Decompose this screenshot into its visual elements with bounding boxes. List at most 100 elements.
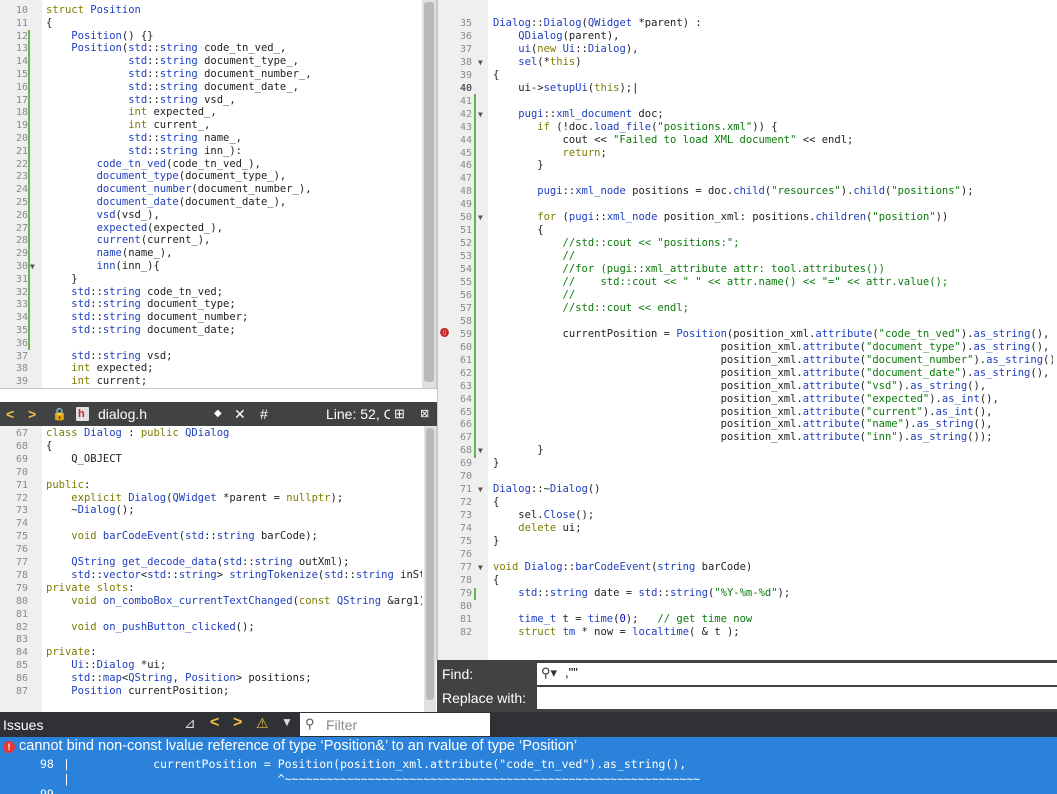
dialog-h-editor-pane[interactable]: 67 68 69 70 71 72 73 74 75 76 77 78 79 80 81 82 83 84 85 86… [0,426,436,712]
find-input[interactable]: ⚲▾ ,"" [537,663,1057,685]
code-line[interactable]: std::string document_type; [46,298,235,311]
code-line[interactable]: std::string vsd; [46,350,172,363]
code-line[interactable]: expected(expected_), [46,222,223,235]
code-line[interactable]: vsd(vsd_), [46,209,160,222]
code-line[interactable]: struct tm * now = localtime( & t ); [493,626,739,639]
code-line[interactable]: public: [46,479,90,492]
previous-issue-button[interactable]: < [210,714,219,732]
code-line[interactable]: document_type(document_type_), [46,170,287,183]
code-line[interactable]: explicit Dialog(QWidget *parent = nullpt… [46,492,343,505]
code-line[interactable]: sel(*this) [493,56,581,69]
code-line[interactable]: // std::cout << " " << attr.name() << "=… [493,276,949,289]
code-line[interactable]: if (!doc.load_file("positions.xml")) { [493,121,777,134]
close-split-icon[interactable]: ⊠ [420,402,429,426]
code-line[interactable]: Position() {} [46,30,153,43]
code-line[interactable]: int current_, [46,119,210,132]
vertical-scrollbar[interactable] [422,0,436,388]
fold-arrow-icon[interactable]: ▼ [30,260,35,273]
code-line[interactable]: // [493,250,576,263]
code-line[interactable]: std::string date = std::string("%Y-%m-%d… [493,587,790,600]
code-line[interactable]: int expected_, [46,106,217,119]
code-line[interactable]: class Dialog : public QDialog [46,427,229,440]
code-line[interactable]: position_xml.attribute("document_number"… [493,354,1053,367]
code-line[interactable]: std::map<QString, Position> positions; [46,672,311,685]
code-line[interactable]: currentPosition = Position(position_xml.… [493,328,1050,341]
code-line[interactable]: position_xml.attribute("expected").as_in… [493,393,999,406]
code-line[interactable]: position_xml.attribute("inn").as_string(… [493,431,993,444]
right-code[interactable]: Dialog::Dialog(QWidget *parent) : QDialo… [493,17,1053,660]
code-line[interactable]: Dialog::~Dialog() [493,483,601,496]
code-line[interactable]: //for (pugi::xml_attribute attr: tool.at… [493,263,885,276]
code-line[interactable]: { [46,440,52,453]
next-issue-button[interactable]: > [233,714,242,732]
code-line[interactable]: for (pugi::xml_node position_xml: positi… [493,211,948,224]
filter-funnel-icon[interactable]: ▼ [281,715,293,729]
code-line[interactable]: { [493,574,499,587]
code-line[interactable]: current(current_), [46,234,211,247]
fold-arrow-icon[interactable]: ▼ [478,211,483,224]
code-line[interactable]: std::string name_, [46,132,242,145]
code-line[interactable]: Position currentPosition; [46,685,229,698]
code-line[interactable]: std::string document_date; [46,324,235,337]
code-line[interactable]: pugi::xml_node positions = doc.child("re… [493,185,973,198]
code-line[interactable]: std::string document_type_, [46,55,299,68]
code-line[interactable]: { [493,69,499,82]
code-line[interactable]: inn(inn_){ [46,260,160,273]
error-message[interactable]: cannot bind non-const lvalue reference o… [19,738,577,754]
code-line[interactable]: } [493,159,543,172]
issues-list[interactable]: ! cannot bind non-const lvalue reference… [0,737,1057,794]
code-line[interactable]: ui(new Ui::Dialog), [493,43,638,56]
code-line[interactable]: std::string vsd_, [46,94,236,107]
forward-button[interactable]: > [28,402,36,426]
bottom-left-code[interactable]: class Dialog : public QDialog{ Q_OBJECTp… [46,427,422,712]
code-line[interactable]: void Dialog::barCodeEvent(string barCode… [493,561,752,574]
code-line[interactable]: std::string document_number_, [46,68,311,81]
close-file-button[interactable]: ✕ [234,402,246,426]
code-line[interactable]: ~Dialog(); [46,504,134,517]
code-line[interactable]: sel.Close(); [493,509,594,522]
code-line[interactable]: struct Position [46,4,141,17]
fold-arrow-icon[interactable]: ▼ [478,561,483,574]
code-line[interactable]: { [493,224,543,237]
code-line[interactable]: time_t t = time(0); // get time now [493,613,752,626]
code-line[interactable]: pugi::xml_document doc; [493,108,663,121]
symbol-hash-icon[interactable]: # [260,402,268,426]
back-button[interactable]: < [6,402,14,426]
code-line[interactable]: name(name_), [46,247,173,260]
code-line[interactable]: private: [46,646,97,659]
code-line[interactable]: private slots: [46,582,135,595]
code-line[interactable]: // [493,289,576,302]
header-editor-pane[interactable]: 10 11 12 13 14 15 16 17 18 19 20 21 22 23 24 25 26 27 28 29… [0,0,436,388]
code-line[interactable]: { [493,496,499,509]
code-line[interactable]: //std::cout << endl; [493,302,689,315]
code-line[interactable]: delete ui; [493,522,581,535]
fold-arrow-icon[interactable]: ▼ [478,483,483,496]
code-line[interactable]: std::string document_number; [46,311,248,324]
code-line[interactable]: position_xml.attribute("current").as_int… [493,406,993,419]
code-line[interactable]: std::string code_tn_ved; [46,286,223,299]
code-line[interactable]: position_xml.attribute("document_type").… [493,341,1050,354]
vertical-scrollbar[interactable] [424,426,436,712]
code-line[interactable]: void barCodeEvent(std::string barCode); [46,530,318,543]
code-line[interactable]: ui->setupUi(this);| [493,82,638,95]
scrollbar-thumb[interactable] [424,2,434,382]
code-line[interactable]: std::string inn_): [46,145,242,158]
code-line[interactable]: QDialog(parent), [493,30,619,43]
code-line[interactable]: Position(std::string code_tn_ved_, [46,42,286,55]
code-line[interactable]: document_number(document_number_), [46,183,312,196]
split-icon[interactable]: ⊞ [394,402,405,426]
code-line[interactable]: } [493,457,499,470]
top-left-code[interactable]: struct Position{ Position() {} Position(… [46,4,420,388]
code-line[interactable]: std::vector<std::string> stringTokenize(… [46,569,422,582]
code-line[interactable]: Q_OBJECT [46,453,122,466]
code-line[interactable]: std::string document_date_, [46,81,299,94]
replace-input[interactable] [537,687,1057,709]
code-line[interactable]: } [46,273,77,286]
line-column-indicator[interactable]: Line: 52, C [326,402,390,426]
code-line[interactable]: } [493,535,499,548]
fold-arrow-icon[interactable]: ▼ [478,444,483,457]
code-line[interactable]: document_date(document_date_), [46,196,287,209]
code-line[interactable]: Dialog::Dialog(QWidget *parent) : [493,17,702,30]
code-line[interactable]: position_xml.attribute("vsd").as_string(… [493,380,987,393]
code-line[interactable]: //std::cout << "positions:"; [493,237,740,250]
